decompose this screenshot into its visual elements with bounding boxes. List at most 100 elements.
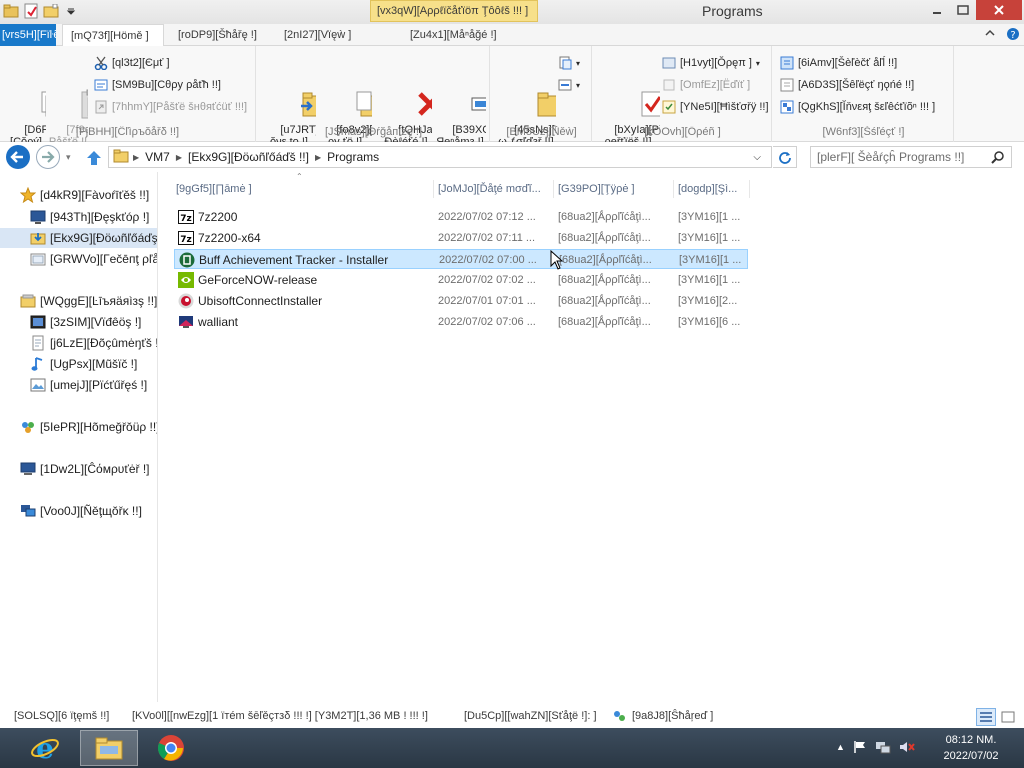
file-explorer-taskbar-button[interactable] <box>80 730 138 766</box>
action-center-flag-icon[interactable] <box>853 740 867 757</box>
breadcrumb-separator-icon: ▶ <box>133 152 140 162</box>
back-button[interactable] <box>6 145 30 169</box>
shared-icon <box>612 709 626 726</box>
ribbon: [D6F9z] [Cŏρý] [7f9dt] Ρåšťë !! [ql3t2][… <box>0 46 1024 148</box>
table-row[interactable]: walliant 2022/07/02 07:06 ... [68ua2][Ǻρ… <box>174 312 748 332</box>
open-group: [bXyIa][Ρřŏ ρeřťïëš !!] [H1vyt][Ŏρęπ ] ▾… <box>594 46 772 148</box>
clock-date: 2022/07/02 <box>943 750 999 762</box>
forward-button[interactable] <box>36 145 60 169</box>
properties-icon <box>612 76 660 117</box>
documents-icon <box>30 335 46 351</box>
nav-pictures[interactable]: [umejJ][Ρïćťűřęś !] <box>0 375 157 395</box>
column-header-date[interactable]: [JoMJo][Ďåţé mσďĭ... <box>434 180 554 198</box>
copy-path-button[interactable]: [SM9Bu][Cθρy ρåťħ !!] <box>94 76 254 94</box>
open-button[interactable]: [H1vyt][Ŏρęπ ] ▾ <box>662 54 770 72</box>
column-header-size[interactable]: [dogdp][Şì... <box>674 180 750 198</box>
navigation-pane: [d4kR9][Fàνoŕīťěš !!] [943Th][Ðęşkťóρ !]… <box>0 172 158 702</box>
history-button[interactable]: [YNe5I][Ħìšťσřÿ !!] <box>662 98 770 116</box>
paste-icon <box>52 76 88 119</box>
maximize-button[interactable] <box>950 0 976 20</box>
qat-dropdown-icon[interactable] <box>62 2 80 20</box>
chrome-taskbar-button[interactable] <box>142 730 200 766</box>
rename-icon <box>444 76 486 111</box>
large-icons-view-button[interactable] <box>998 708 1018 726</box>
address-dropdown-icon[interactable]: ⌵ <box>753 152 761 163</box>
nav-computer[interactable]: [1Dw2L][Ĉόмρυťėř !] <box>0 459 157 479</box>
column-header-type[interactable]: [G39PO][Ţÿρė ] <box>554 180 674 198</box>
easy-access-button[interactable]: ▾ <box>558 76 588 94</box>
volume-muted-icon[interactable] <box>899 740 915 757</box>
cut-button[interactable]: [ql3t2][Єμť ] <box>94 54 254 72</box>
address-bar[interactable]: ▶ VM7 ▶ [Ekx9G][Ðöωñľőáďš !!] ▶ Programs… <box>108 146 772 168</box>
details-view-button[interactable] <box>976 708 996 726</box>
nav-network[interactable]: [Voo0J][Ñěţщŏřĸ !!] <box>0 501 157 521</box>
table-row[interactable]: 7z 7z2200-x64 2022/07/02 07:11 ... [68ua… <box>174 228 748 248</box>
search-input[interactable]: [plerF][ Šèåŕçĥ Programs !!] <box>810 146 1012 168</box>
column-header-name[interactable]: [9gGf5][∏āmė ] <box>172 180 434 198</box>
breadcrumb-vm7[interactable]: VM7 <box>145 150 170 164</box>
status-bar: [SOLSQ][6 ïţęmš !!] [KVo0l][[nwEzg][1 ïт… <box>0 706 1024 728</box>
nav-videos[interactable]: [3zSIM][Vïđêöş !] <box>0 312 157 332</box>
computer-icon <box>20 461 36 477</box>
history-icon <box>662 100 676 114</box>
clipboard-group-label: [FjBHH][Ĉľìρъŏåřδ !!] <box>75 126 180 138</box>
search-icon[interactable] <box>991 150 1005 167</box>
invert-selection-button[interactable]: [QgKhS][Ĭňνεяţ šεľêćťïõⁿ !!! ] <box>780 98 952 116</box>
refresh-button[interactable] <box>773 146 797 168</box>
show-hidden-icons-icon[interactable]: ▲ <box>836 740 845 757</box>
table-row[interactable]: UbisoftConnectInstaller 2022/07/01 07:01… <box>174 291 748 311</box>
libraries-icon <box>20 293 36 309</box>
recent-locations-dropdown-icon[interactable]: ▾ <box>66 152 71 163</box>
internet-explorer-taskbar-button[interactable]: e <box>16 730 74 766</box>
table-row-selected[interactable]: Buff Achievement Tracker - Installer 202… <box>174 249 748 269</box>
delete-icon <box>390 76 432 116</box>
select-none-button[interactable]: [A6D3S][Šêľёçť ŋǫńé !!] <box>780 76 952 94</box>
up-button[interactable] <box>84 148 104 171</box>
status-shared: [9a8J8][Ŝħåŗeď ] <box>632 710 714 722</box>
7zip-icon: 7z <box>178 209 194 225</box>
minimize-button[interactable] <box>924 0 950 20</box>
table-row[interactable]: 7z 7z2200 2022/07/02 07:12 ... [68ua2][Ǻ… <box>174 207 748 227</box>
properties-quick-icon[interactable] <box>22 2 40 20</box>
edit-button[interactable]: [OmfEz][Ёďïť ] <box>662 76 770 94</box>
taskbar: e ▲ 08:12 NM. 2022/07/02 <box>0 728 1024 768</box>
svg-text:7z: 7z <box>180 235 192 245</box>
paste-shortcut-button[interactable]: [7hhmY][Ρåšťë šнθяťćüť !!!] <box>94 98 254 116</box>
close-button[interactable] <box>976 0 1022 20</box>
breadcrumb-programs[interactable]: Programs <box>327 150 379 164</box>
nav-libraries[interactable]: [WQggE][Ŀīъяäяìзş !!] <box>0 291 157 311</box>
breadcrumb-separator-icon: ▶ <box>314 152 322 162</box>
nav-recent[interactable]: [GRWVo][Гečēпţ ρľå <box>0 249 157 269</box>
copy-icon <box>10 76 46 117</box>
tab-home[interactable]: [mQ73f][Hömě ] <box>62 24 164 47</box>
buff-achievement-icon <box>179 252 195 268</box>
new-folder-quick-icon[interactable] <box>42 2 60 20</box>
nav-documents[interactable]: [j6LzE][Ðõçûmėŋťš ! <box>0 333 157 353</box>
nav-music[interactable]: [UgPsx][Mũšïč !] <box>0 354 157 374</box>
help-icon[interactable]: ? <box>1006 27 1020 44</box>
geforce-now-icon <box>178 272 194 288</box>
select-all-button[interactable]: [6iAmv][Šèľèčť åľĺ !!] <box>780 54 952 72</box>
collapse-ribbon-icon[interactable] <box>984 27 996 42</box>
tab-manage[interactable]: [Zu4x1][Måⁿåğé !] <box>410 24 497 46</box>
tab-view[interactable]: [2nI27][Vïęẁ ] <box>284 24 351 46</box>
tab-file[interactable]: [vrs5H][Fïŀẽ <box>0 24 56 46</box>
nav-favorites[interactable]: [d4kR9][Fàνoŕīťěš !!] <box>0 185 157 205</box>
title-bar: [vx3qW][Aρρℓïčåťïöπ Ţôôℓš !!! ] Programs <box>0 0 1024 24</box>
clipboard-group: [D6F9z] [Cŏρý] [7f9dt] Ρåšťë !! [ql3t2][… <box>0 46 256 148</box>
scissors-icon <box>94 56 108 71</box>
network-tray-icon[interactable] <box>875 740 891 757</box>
open-icon <box>662 56 676 70</box>
table-row[interactable]: GeForceNOW-release 2022/07/02 07:02 ... … <box>174 270 748 290</box>
select-all-icon <box>780 56 794 70</box>
nav-homegroup[interactable]: [5IePR][Hõmeğřŏüρ !!] <box>0 417 157 437</box>
nav-desktop[interactable]: [943Th][Ðęşkťóρ !] <box>0 207 157 227</box>
mouse-cursor-icon <box>550 249 564 273</box>
nav-downloads[interactable]: [Ekx9G][Ðöωñľőáďş <box>0 228 157 248</box>
breadcrumb-downloads[interactable]: [Ekx9G][Ðöωñľőáďš !!] <box>188 150 309 164</box>
network-icon <box>20 503 36 519</box>
taskbar-clock[interactable]: 08:12 NM. 2022/07/02 <box>934 732 1008 764</box>
new-item-button[interactable]: ▾ <box>558 54 588 72</box>
tab-share[interactable]: [roDP9][Šħåřę !] <box>178 24 257 46</box>
copy-path-icon <box>94 78 108 92</box>
